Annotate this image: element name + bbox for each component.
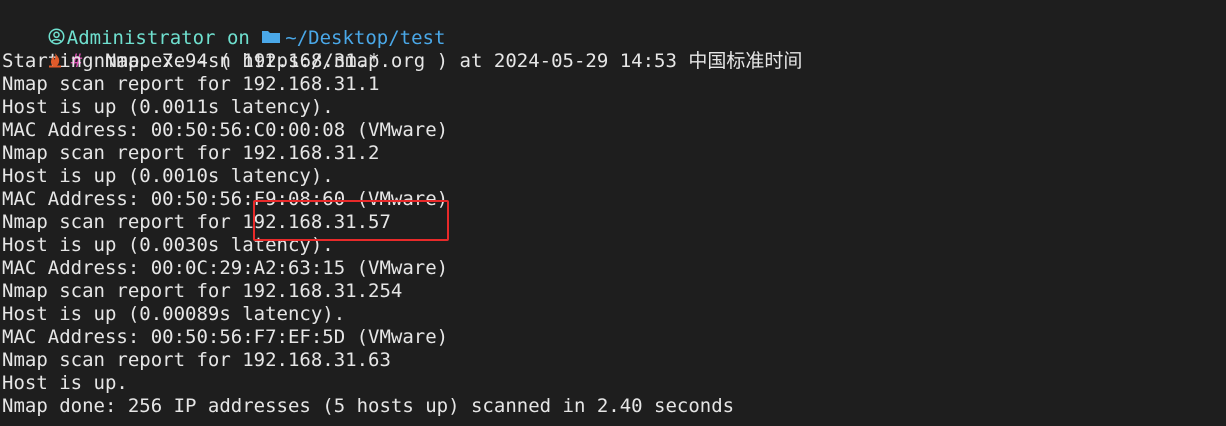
folder-icon xyxy=(262,31,281,43)
output-line: Host is up. xyxy=(2,372,128,394)
output-line: MAC Address: 00:50:56:F9:08:60 (VMware) xyxy=(2,188,449,210)
output-line: MAC Address: 00:0C:29:A2:63:15 (VMware) xyxy=(2,257,449,279)
person-circle-icon xyxy=(48,28,65,45)
output-line: MAC Address: 00:50:56:C0:00:08 (VMware) xyxy=(2,119,449,141)
prompt-username: Administrator xyxy=(66,27,216,49)
output-line: Nmap scan report for 192.168.31.1 xyxy=(2,73,380,95)
output-line: MAC Address: 00:50:56:F7:EF:5D (VMware) xyxy=(2,326,449,348)
terminal-window[interactable]: Administrator on ~/Desktop/test # nmap.e… xyxy=(0,4,1226,418)
output-line: Starting Nmap 7.94 ( https://nmap.org ) … xyxy=(2,50,803,72)
prompt-line: Administrator on ~/Desktop/test xyxy=(0,4,1226,49)
output-line: Nmap scan report for 192.168.31.254 xyxy=(2,280,403,302)
output-line: Nmap scan report for 192.168.31.63 xyxy=(2,349,391,371)
output-line: Host is up (0.0030s latency). xyxy=(2,234,334,256)
output-line: Host is up (0.0011s latency). xyxy=(2,96,334,118)
prompt-path: ~/Desktop/test xyxy=(285,27,446,49)
flame-icon xyxy=(48,52,61,67)
output-line: Nmap done: 256 IP addresses (5 hosts up)… xyxy=(2,395,735,417)
prompt-on-label: on xyxy=(226,27,250,49)
output-line: Nmap scan report for 192.168.31.2 xyxy=(2,142,380,164)
output-line: Nmap scan report for 192.168.31.57 xyxy=(2,211,391,233)
output-line: Host is up (0.00089s latency). xyxy=(2,303,346,325)
output-line: Host is up (0.0010s latency). xyxy=(2,165,334,187)
